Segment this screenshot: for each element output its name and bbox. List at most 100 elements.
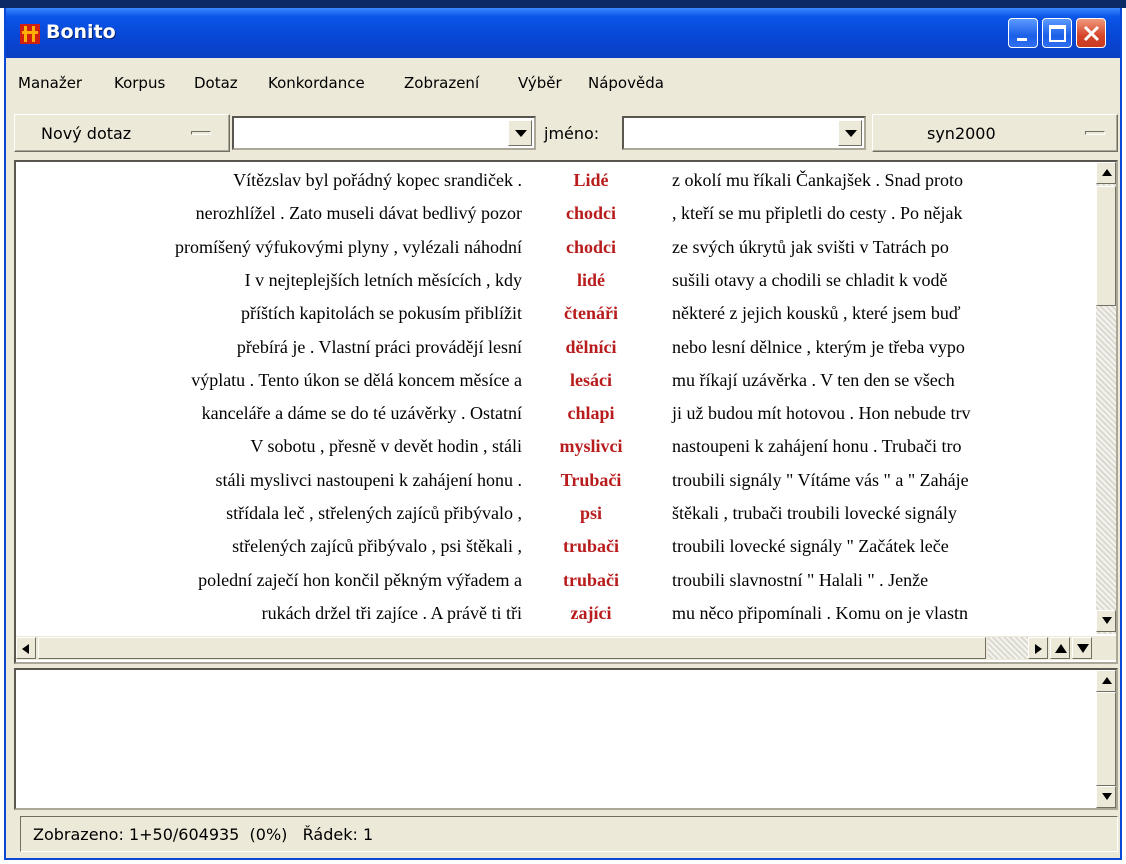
menu-konkordance[interactable]: Konkordance: [268, 74, 365, 92]
right-context: ji už budou mít hotovou . Hon nebude trv: [672, 403, 971, 424]
keyword: dělníci: [565, 336, 617, 357]
chevron-down-icon: [845, 130, 857, 137]
title-bar[interactable]: Bonito: [6, 8, 1120, 58]
right-context: troubili signály " Vítáme vás " a " Zahá…: [672, 469, 969, 490]
detail-scroll-up-button[interactable]: [1096, 670, 1116, 692]
concordance-line[interactable]: polední zaječí hon končil pěkným výřadem…: [16, 570, 1096, 603]
keyword: myslivci: [559, 436, 623, 457]
query-dropdown-button[interactable]: [508, 120, 532, 146]
detail-pane[interactable]: [14, 668, 1118, 810]
minimize-button[interactable]: [1008, 18, 1038, 48]
left-context: V sobotu , přesně v devět hodin , stáli: [250, 436, 522, 457]
option-menu-indicator-icon: [1085, 131, 1105, 135]
concordance-line[interactable]: střelených zajíců přibývalo , psi štěkal…: [16, 536, 1096, 569]
right-context: , kteří se mu připletli do cesty . Po ně…: [672, 203, 963, 224]
concordance-line[interactable]: přebírá je . Vlastní práci provádějí les…: [16, 337, 1096, 370]
arrow-left-icon: [22, 644, 29, 654]
concordance-line[interactable]: výplatu . Tento úkon se dělá koncem měsí…: [16, 370, 1096, 403]
menu-manazer[interactable]: Manažer: [18, 74, 82, 92]
scroll-down-button[interactable]: [1096, 610, 1116, 632]
concordance-pane[interactable]: Vítězslav byl pořádný kopec srandiček . L…: [14, 160, 1118, 664]
right-context: ze svých úkrytů jak svišti v Tatrách po: [672, 236, 949, 257]
left-context: Vítězslav byl pořádný kopec srandiček .: [233, 170, 522, 190]
next-line-button[interactable]: [1072, 637, 1092, 659]
arrow-down-icon: [1102, 617, 1112, 624]
chevron-down-icon: [515, 130, 527, 137]
concordance-line[interactable]: rukách držel tři zajíce . A právě ti tři…: [16, 603, 1096, 636]
concordance-line[interactable]: příštích kapitolách se pokusím přiblížit…: [16, 303, 1096, 336]
concordance-line[interactable]: promíšený výfukovými plyny , vylézali ná…: [16, 237, 1096, 270]
menu-bar: Manažer Korpus Dotaz Konkordance Zobraze…: [6, 60, 1120, 110]
right-context: troubili slavnostní " Halali " . Jenže: [672, 569, 929, 590]
menu-dotaz[interactable]: Dotaz: [194, 74, 238, 92]
concordance-horizontal-scrollbar[interactable]: [16, 636, 1116, 660]
left-context: nerozhlížel . Zato museli dávat bedlivý …: [195, 203, 522, 224]
scroll-left-button[interactable]: [16, 637, 36, 659]
close-icon: [1083, 25, 1100, 42]
right-context: troubili lovecké signály " Začátek leče: [672, 536, 949, 557]
left-context: střelených zajíců přibývalo , psi štěkal…: [232, 536, 522, 557]
keyword: trubači: [563, 536, 619, 557]
keyword: psi: [579, 503, 603, 523]
keyword: lidé: [576, 269, 605, 290]
query-input[interactable]: [232, 116, 536, 150]
bonito-window: Bonito Manažer Korpus Dotaz Konkordance …: [4, 8, 1122, 860]
left-context: polední zaječí hon končil pěkným výřadem…: [198, 569, 522, 590]
concordance-line[interactable]: kanceláře a dáme se do té uzávěrky . Ost…: [16, 403, 1096, 436]
menu-vyber[interactable]: Výběr: [518, 74, 562, 92]
horizontal-scroll-track[interactable]: [988, 637, 1028, 659]
keyword: chodci: [565, 203, 616, 224]
keyword: trubači: [563, 569, 619, 590]
query-toolbar: Nový dotaz jméno: syn2000: [6, 112, 1120, 158]
scroll-right-button[interactable]: [1028, 637, 1048, 659]
concordance-line[interactable]: I v nejteplejších letních měsících , kdy…: [16, 270, 1096, 303]
left-context: výplatu . Tento úkon se dělá koncem měsí…: [191, 369, 522, 390]
left-context: příštích kapitolách se pokusím přiblížit: [241, 303, 522, 324]
status-text: Zobrazeno: 1+50/604935 (0%) Řádek: 1: [33, 825, 374, 844]
minimize-icon: [1017, 38, 1027, 41]
vertical-scroll-thumb[interactable]: [1096, 186, 1116, 306]
menu-napoveda[interactable]: Nápověda: [588, 74, 664, 92]
right-context: některé z jejich kousků , které jsem buď: [672, 303, 961, 324]
left-context: střídala leč , střelených zajíců přibýva…: [226, 503, 522, 523]
left-context: přebírá je . Vlastní práci provádějí les…: [236, 336, 522, 357]
corpus-name: syn2000: [927, 124, 996, 143]
detail-scroll-down-button[interactable]: [1096, 786, 1116, 808]
name-dropdown-button[interactable]: [838, 120, 862, 146]
name-label: jméno:: [544, 124, 600, 143]
right-context: nastoupeni k zahájení honu . Trubači tro: [672, 436, 962, 457]
detail-scroll-thumb[interactable]: [1096, 692, 1116, 786]
corpus-selector[interactable]: syn2000: [872, 114, 1118, 152]
right-context: z okolí mu říkali Čankajšek . Snad proto: [672, 170, 963, 190]
keyword: chodci: [565, 236, 616, 257]
left-context: kanceláře a dáme se do té uzávěrky . Ost…: [201, 403, 522, 424]
status-bar: Zobrazeno: 1+50/604935 (0%) Řádek: 1: [20, 816, 1118, 852]
window-title: Bonito: [46, 21, 116, 43]
concordance-line[interactable]: nerozhlížel . Zato museli dávat bedlivý …: [16, 203, 1096, 236]
right-context: mu říkají uzávěrka . V ten den se všech: [672, 369, 955, 390]
new-query-label: Nový dotaz: [41, 124, 132, 143]
keyword: Lidé: [573, 170, 609, 190]
new-query-button[interactable]: Nový dotaz: [14, 114, 230, 152]
concordance-vertical-scrollbar[interactable]: [1096, 162, 1116, 634]
detail-vertical-scrollbar[interactable]: [1096, 670, 1116, 808]
scroll-up-button[interactable]: [1096, 162, 1116, 184]
arrow-up-icon: [1055, 644, 1067, 653]
concordance-line[interactable]: V sobotu , přesně v devět hodin , stáli m…: [16, 436, 1096, 469]
horizontal-scroll-thumb[interactable]: [38, 637, 986, 659]
right-context: nebo lesní dělnice , kterým je třeba vyp…: [672, 336, 965, 357]
concordance-line[interactable]: střídala leč , střelených zajíců přibýva…: [16, 503, 1096, 536]
maximize-button[interactable]: [1042, 18, 1072, 48]
keyword: lesáci: [570, 369, 612, 390]
previous-line-button[interactable]: [1050, 637, 1070, 659]
concordance-line[interactable]: stáli myslivci nastoupeni k zahájení hon…: [16, 470, 1096, 503]
arrow-down-icon: [1077, 644, 1089, 653]
menu-korpus[interactable]: Korpus: [114, 74, 165, 92]
close-button[interactable]: [1076, 18, 1106, 48]
keyword: Trubači: [560, 469, 622, 490]
menu-zobrazeni[interactable]: Zobrazení: [404, 74, 479, 92]
arrow-up-icon: [1102, 169, 1112, 176]
left-context: rukách držel tři zajíce . A právě ti tři: [261, 602, 522, 623]
concordance-line[interactable]: Vítězslav byl pořádný kopec srandiček . L…: [16, 170, 1096, 203]
name-input[interactable]: [622, 116, 866, 150]
